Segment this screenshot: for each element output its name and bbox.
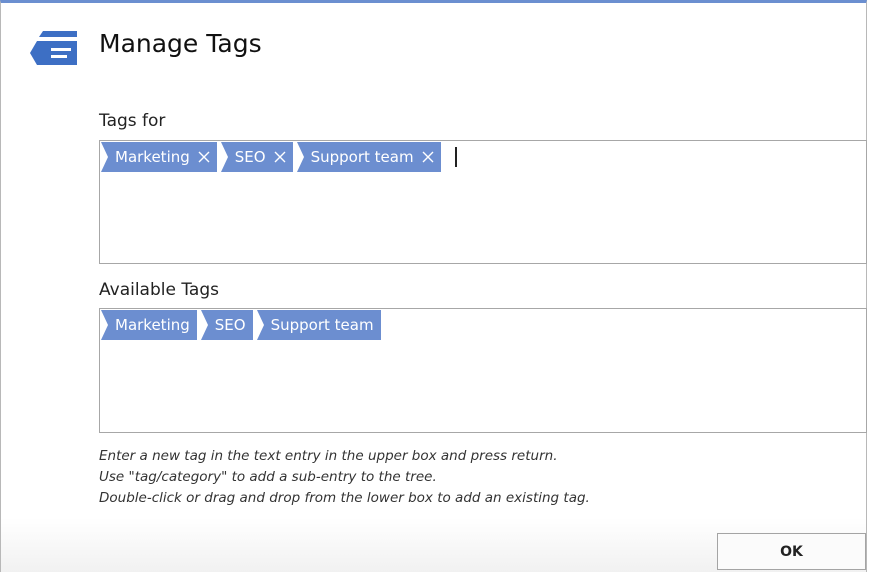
close-icon[interactable] <box>273 150 287 164</box>
assigned-tag-marketing[interactable]: Marketing <box>101 142 217 172</box>
tag-label: Marketing <box>115 148 190 166</box>
assigned-tag-support-team[interactable]: Support team <box>296 142 441 172</box>
available-tags-row: Marketing SEO Support team <box>101 310 385 340</box>
available-tag-support-team[interactable]: Support team <box>256 310 381 340</box>
tag-label: SEO <box>234 148 266 166</box>
help-text: Enter a new tag in the text entry in the… <box>99 446 590 509</box>
help-line: Enter a new tag in the text entry in the… <box>99 448 558 464</box>
ok-button[interactable]: OK <box>717 533 866 570</box>
tag-label: Marketing <box>115 316 190 334</box>
tag-label: SEO <box>214 316 246 334</box>
assigned-tag-seo[interactable]: SEO <box>220 142 293 172</box>
help-line: Use "tag/category" to add a sub-entry to… <box>99 469 437 485</box>
manage-tags-dialog: Manage Tags Tags for Marketing SEO Suppo… <box>0 0 867 572</box>
text-cursor <box>454 147 457 167</box>
tags-for-label: Tags for <box>99 111 166 131</box>
tags-for-input-box[interactable]: Marketing SEO Support team <box>99 140 867 264</box>
help-line: Double-click or drag and drop from the l… <box>99 490 590 506</box>
available-tag-marketing[interactable]: Marketing <box>101 310 197 340</box>
available-tags-label: Available Tags <box>99 280 219 300</box>
tag-label: Support team <box>310 148 414 166</box>
close-icon[interactable] <box>197 150 211 164</box>
dialog-title: Manage Tags <box>99 29 262 58</box>
manage-tags-logo-icon <box>30 31 77 65</box>
close-icon[interactable] <box>421 150 435 164</box>
available-tag-seo[interactable]: SEO <box>200 310 253 340</box>
available-tags-box[interactable]: Marketing SEO Support team <box>99 308 867 433</box>
assigned-tags-row: Marketing SEO Support team <box>101 142 457 172</box>
tag-label: Support team <box>270 316 374 334</box>
